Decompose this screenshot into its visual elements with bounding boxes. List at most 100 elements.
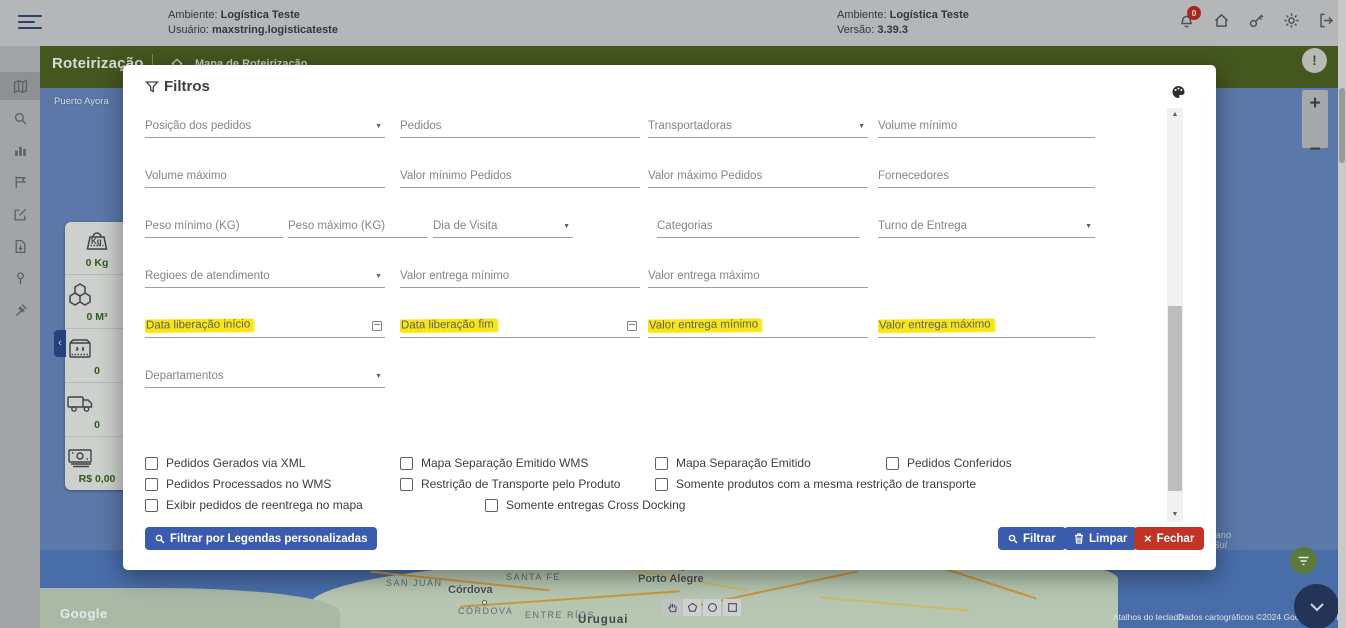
page-scrollbar[interactable] — [1338, 0, 1346, 628]
scrollbar-thumb[interactable] — [1168, 306, 1182, 491]
bell-icon[interactable]: 0 — [1178, 12, 1196, 30]
checkbox-box[interactable] — [886, 457, 899, 470]
filter-button[interactable]: Filtrar — [998, 527, 1066, 550]
checkbox-box[interactable] — [145, 499, 158, 512]
bar-chart-icon — [13, 143, 28, 158]
field-data-liberacao-inicio[interactable]: Data liberação início — [145, 312, 385, 338]
checkbox-box[interactable] — [400, 478, 413, 491]
field-transportadoras[interactable]: Transportadoras ▼ — [648, 112, 868, 138]
stat-volume: 0 M³ — [65, 276, 129, 329]
collapse-panel-fab[interactable] — [1294, 584, 1339, 628]
calendar-icon[interactable] — [627, 321, 637, 331]
field-valor-entrega-minimo-2[interactable]: Valor entrega mínimo — [648, 312, 868, 338]
box-icon — [65, 334, 129, 364]
checkbox-mapa-separacao-emitido[interactable]: Mapa Separação Emitido — [655, 455, 811, 471]
field-dia-de-visita[interactable]: Dia de Visita ▼ — [433, 212, 573, 238]
field-fornecedores[interactable]: Fornecedores — [878, 162, 1095, 188]
sidebar-item-chart[interactable] — [0, 136, 40, 164]
field-departamentos[interactable]: Departamentos ▼ — [145, 362, 385, 388]
palette-icon[interactable] — [1171, 85, 1186, 99]
checkbox-somente-produtos-mesma-restricao[interactable]: Somente produtos com a mesma restrição d… — [655, 476, 976, 492]
checkbox-box[interactable] — [655, 457, 668, 470]
field-valor-maximo-pedidos[interactable]: Valor máximo Pedidos — [648, 162, 868, 188]
circle-tool-icon[interactable] — [703, 599, 721, 616]
key-icon[interactable] — [1248, 12, 1266, 30]
field-pedidos[interactable]: Pedidos — [400, 112, 640, 138]
checkbox-somente-entregas-cross-docking[interactable]: Somente entregas Cross Docking — [485, 497, 685, 513]
field-valor-minimo-pedidos[interactable]: Valor mínimo Pedidos — [400, 162, 640, 188]
checkbox-restricao-de-transporte[interactable]: Restrição de Transporte pelo Produto — [400, 476, 620, 492]
stat-items: 0 — [65, 330, 129, 383]
sidebar-item-tools[interactable] — [0, 296, 40, 324]
field-valor-entrega-maximo-2[interactable]: Valor entrega máximo — [878, 312, 1095, 338]
sidebar-item-document[interactable] — [0, 232, 40, 260]
logout-icon[interactable] — [1318, 12, 1336, 30]
alert-button[interactable]: ! — [1302, 48, 1327, 73]
clear-button[interactable]: Limpar — [1064, 527, 1137, 550]
polygon-tool-icon[interactable] — [683, 599, 701, 616]
stats-collapse-handle[interactable]: ‹ — [54, 330, 66, 357]
field-peso-minimo[interactable]: Peso mínimo (KG) — [145, 212, 283, 238]
stat-trucks: 0 — [65, 384, 129, 437]
sidebar-item-search[interactable] — [0, 104, 40, 132]
map-draw-toolbar — [663, 599, 741, 616]
field-turno-de-entrega[interactable]: Turno de Entrega ▼ — [878, 212, 1095, 238]
checkbox-mapa-separacao-emitido-wms[interactable]: Mapa Separação Emitido WMS — [400, 455, 588, 471]
checkbox-exibir-pedidos-reentrega[interactable]: Exibir pedidos de reentrega no mapa — [145, 497, 363, 513]
funnel-icon — [145, 80, 159, 94]
field-categorias[interactable]: Categorias — [657, 212, 860, 238]
checkbox-box[interactable] — [145, 457, 158, 470]
filter-by-custom-legends-button[interactable]: Filtrar por Legendas personalizadas — [145, 527, 377, 550]
field-label: Pedidos — [400, 120, 442, 132]
field-label: Fornecedores — [878, 170, 949, 182]
field-peso-maximo[interactable]: Peso máximo (KG) — [288, 212, 428, 238]
pan-hand-icon[interactable] — [663, 599, 681, 616]
field-label: Volume máximo — [145, 170, 227, 182]
home-icon[interactable] — [1213, 12, 1231, 30]
field-label: Valor mínimo Pedidos — [400, 170, 512, 182]
field-valor-entrega-minimo[interactable]: Valor entrega mínimo — [400, 262, 640, 288]
checkbox-label: Pedidos Conferidos — [907, 456, 1012, 470]
field-volume-minimo[interactable]: Volume mínimo — [878, 112, 1095, 138]
scroll-up-arrow[interactable]: ▲ — [1167, 108, 1183, 122]
scroll-down-arrow[interactable]: ▼ — [1167, 508, 1183, 522]
zoom-out-button[interactable]: − — [1302, 136, 1328, 164]
field-label-highlighted: Data liberação fim — [400, 318, 497, 332]
modal-scrollbar[interactable]: ▲ ▼ — [1167, 108, 1183, 522]
field-label-highlighted: Data liberação início — [145, 318, 253, 332]
search-icon — [1008, 534, 1018, 544]
button-label: Filtrar — [1023, 533, 1056, 545]
checkbox-pedidos-processados-no-wms[interactable]: Pedidos Processados no WMS — [145, 476, 331, 492]
legend-filter-fab[interactable] — [1290, 547, 1317, 574]
field-posicao-dos-pedidos[interactable]: Posição dos pedidos ▼ — [145, 112, 385, 138]
field-volume-maximo[interactable]: Volume máximo — [145, 162, 385, 188]
keyboard-shortcuts-link[interactable]: Atalhos do teclado — [1113, 612, 1183, 622]
map-icon — [13, 79, 28, 94]
zoom-in-button[interactable]: + — [1302, 90, 1328, 118]
page-scrollbar-thumb[interactable] — [1339, 88, 1345, 163]
field-label: Dia de Visita — [433, 220, 497, 232]
field-regioes-de-atendimento[interactable]: Regioes de atendimento ▼ — [145, 262, 385, 288]
gear-icon[interactable] — [1283, 12, 1301, 30]
checkbox-box[interactable] — [485, 499, 498, 512]
rectangle-tool-icon[interactable] — [723, 599, 741, 616]
checkbox-box[interactable] — [655, 478, 668, 491]
field-label: Valor entrega mínimo — [400, 270, 509, 282]
checkbox-label: Exibir pedidos de reentrega no mapa — [166, 498, 363, 512]
field-valor-entrega-maximo[interactable]: Valor entrega máximo — [648, 262, 868, 288]
sidebar-item-map[interactable] — [0, 72, 40, 100]
sidebar-item-flag[interactable] — [0, 168, 40, 196]
calendar-icon[interactable] — [372, 321, 382, 331]
field-data-liberacao-fim[interactable]: Data liberação fim — [400, 312, 640, 338]
menu-icon[interactable] — [18, 15, 42, 31]
field-label: Posição dos pedidos — [145, 120, 251, 132]
close-button[interactable]: × Fechar — [1134, 527, 1204, 550]
checkbox-box[interactable] — [400, 457, 413, 470]
checkbox-pedidos-gerados-via-xml[interactable]: Pedidos Gerados via XML — [145, 455, 305, 471]
sidebar-item-pin[interactable] — [0, 264, 40, 292]
chevron-down-icon: ▼ — [1085, 223, 1092, 230]
checkbox-pedidos-conferidos[interactable]: Pedidos Conferidos — [886, 455, 1012, 471]
filter-lines-icon — [1297, 555, 1310, 567]
sidebar-item-edit[interactable] — [0, 200, 40, 228]
checkbox-box[interactable] — [145, 478, 158, 491]
